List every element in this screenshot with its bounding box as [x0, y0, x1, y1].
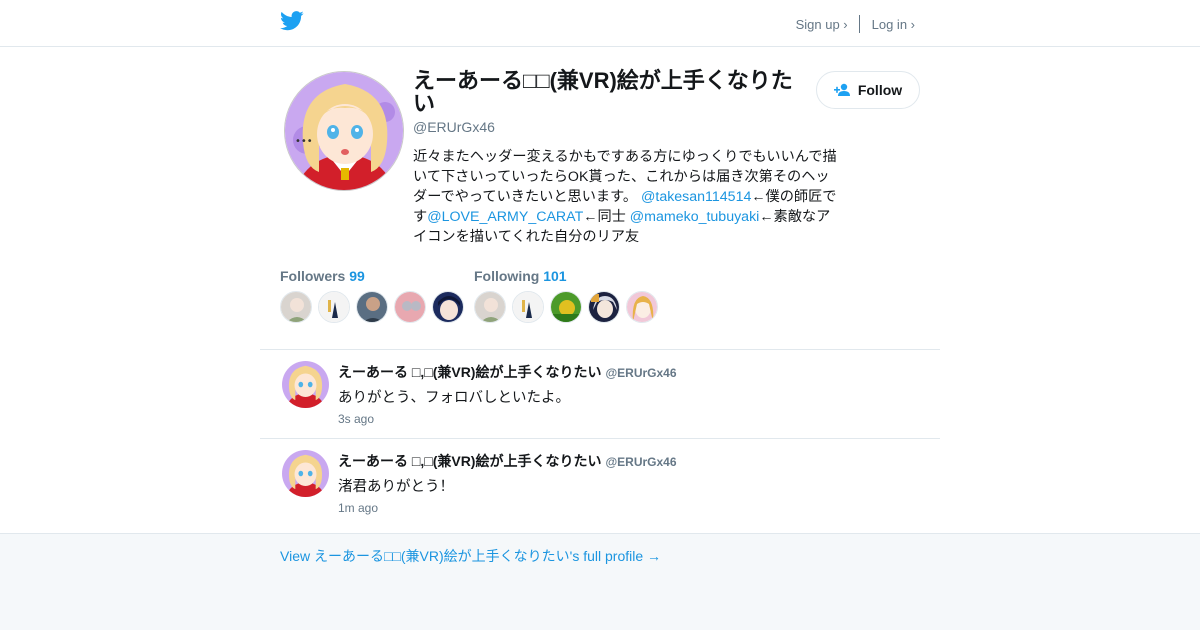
footer: View えーあーる□□(兼VR)絵が上手くなりたい's full profil…	[0, 533, 1200, 630]
follow-label: Follow	[857, 82, 903, 98]
tweet-avatar[interactable]	[282, 450, 329, 497]
anime-avatar-image: •••	[285, 72, 403, 190]
tweet-text: 渚君ありがとう！	[338, 479, 454, 495]
mention-link[interactable]: @takesan114514	[641, 189, 751, 205]
followers-avatars	[280, 291, 470, 323]
follower-avatar[interactable]	[318, 291, 350, 323]
following-count[interactable]: Following 101	[474, 268, 567, 284]
following-avatar[interactable]	[588, 291, 620, 323]
profile-name: えーあーる□□(兼VR)絵が上手くなりたい	[413, 68, 793, 116]
follower-avatar[interactable]	[280, 291, 312, 323]
tweet-author-handle[interactable]: @ERUrGx46	[605, 455, 676, 469]
following-avatar[interactable]	[512, 291, 544, 323]
mention-link[interactable]: @mameko_tubuyaki	[630, 209, 760, 225]
follow-button[interactable]: Follow	[816, 71, 920, 109]
tweet-author-name[interactable]: えーあーる □,□(兼VR)絵が上手くなりたい	[338, 364, 601, 380]
tweet-author-handle[interactable]: @ERUrGx46	[605, 366, 676, 380]
bio-text: ←同士	[583, 209, 630, 225]
twitter-bird-icon[interactable]	[280, 11, 304, 31]
mention-link[interactable]: @LOVE_ARMY_CARAT	[427, 209, 583, 225]
top-bar: Sign up › Log in ›	[0, 0, 1200, 47]
follower-avatar[interactable]	[356, 291, 388, 323]
profile-handle: @ERUrGx46	[413, 119, 495, 135]
tweet-item[interactable]: えーあーる □,□(兼VR)絵が上手くなりたい @ERUrGx46 渚君ありがとう…	[280, 439, 920, 527]
tweet-header: えーあーる □,□(兼VR)絵が上手くなりたい @ERUrGx46	[338, 362, 677, 382]
tweet-author-name[interactable]: えーあーる □,□(兼VR)絵が上手くなりたい	[338, 453, 601, 469]
followers-block: Followers 99	[280, 268, 464, 323]
following-number: 101	[543, 268, 567, 284]
following-block: Following 101	[474, 268, 658, 323]
add-user-icon	[833, 83, 850, 96]
profile-avatar[interactable]: •••	[284, 71, 404, 191]
follower-avatar[interactable]	[394, 291, 426, 323]
sign-up-link[interactable]: Sign up ›	[796, 17, 848, 32]
following-avatar[interactable]	[474, 291, 506, 323]
followers-label: Followers	[280, 268, 346, 284]
log-in-link[interactable]: Log in ›	[872, 17, 915, 32]
tweet-text: ありがとう、フォロバしといたよ。	[338, 390, 570, 406]
tweet-timestamp[interactable]: 3s ago	[338, 412, 374, 426]
followers-number: 99	[349, 268, 365, 284]
full-profile-link[interactable]: View えーあーる□□(兼VR)絵が上手くなりたい's full profil…	[280, 546, 661, 566]
tweet-avatar[interactable]	[282, 361, 329, 408]
svg-text:•••: •••	[295, 136, 313, 147]
following-avatar[interactable]	[626, 291, 658, 323]
tweet-item[interactable]: えーあーる □,□(兼VR)絵が上手くなりたい @ERUrGx46 ありがとう、フ…	[280, 350, 920, 438]
followers-count[interactable]: Followers 99	[280, 268, 365, 284]
tweet-timestamp[interactable]: 1m ago	[338, 501, 378, 515]
following-label: Following	[474, 268, 540, 284]
tweet-header: えーあーる □,□(兼VR)絵が上手くなりたい @ERUrGx46	[338, 451, 677, 471]
following-avatars	[474, 291, 664, 323]
following-avatar[interactable]	[550, 291, 582, 323]
profile-bio: 近々またヘッダー変えるかもですある方にゆっくりでもいいんで描いて下さいっていった…	[413, 147, 838, 247]
nav-divider	[858, 15, 860, 33]
follower-avatar[interactable]	[432, 291, 464, 323]
top-nav: Sign up › Log in ›	[796, 15, 915, 33]
